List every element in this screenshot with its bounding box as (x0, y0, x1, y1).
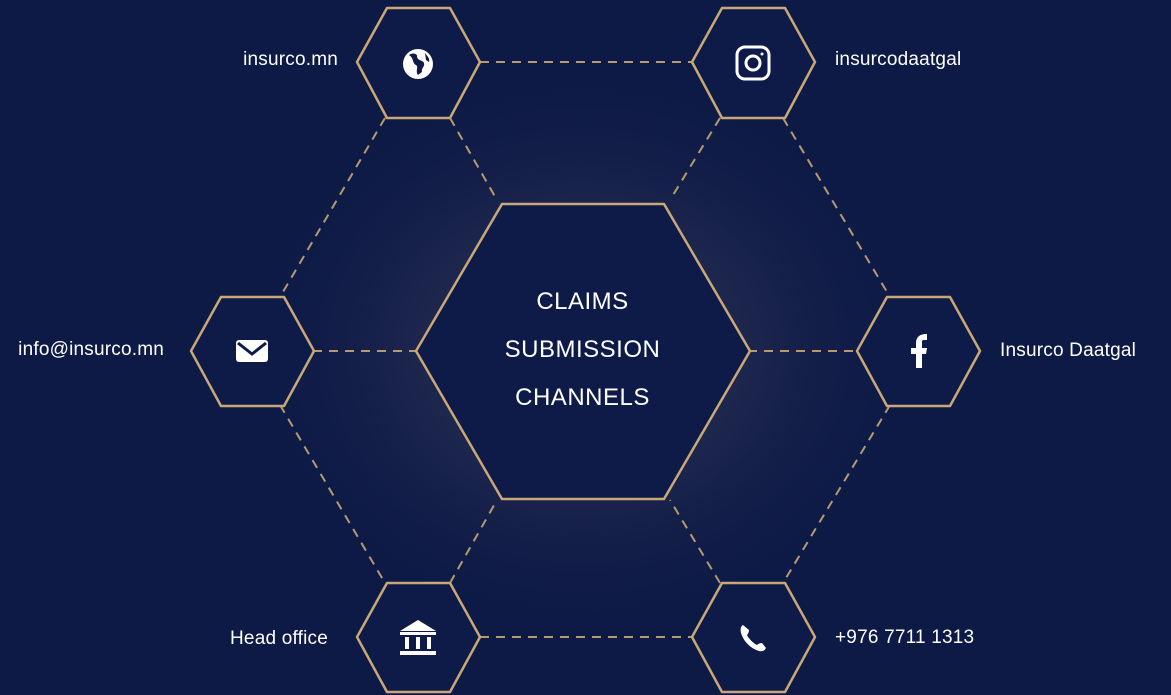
phone-label[interactable]: +976 7711 1313 (835, 627, 974, 649)
mail-icon (236, 340, 268, 362)
facebook-label[interactable]: Insurco Daatgal (1000, 340, 1136, 362)
center-title-line2: SUBMISSION (504, 336, 661, 363)
email-label[interactable]: info@insurco.mn (18, 339, 164, 361)
globe-icon (403, 49, 433, 79)
office-label[interactable]: Head office (230, 628, 328, 650)
instagram-label[interactable]: insurcodaatgal (835, 49, 961, 71)
center-title: CLAIMS SUBMISSION CHANNELS (460, 270, 705, 430)
center-title-line3: CHANNELS (515, 384, 650, 411)
center-title-line1: CLAIMS (536, 288, 629, 315)
website-label[interactable]: insurco.mn (243, 49, 338, 71)
